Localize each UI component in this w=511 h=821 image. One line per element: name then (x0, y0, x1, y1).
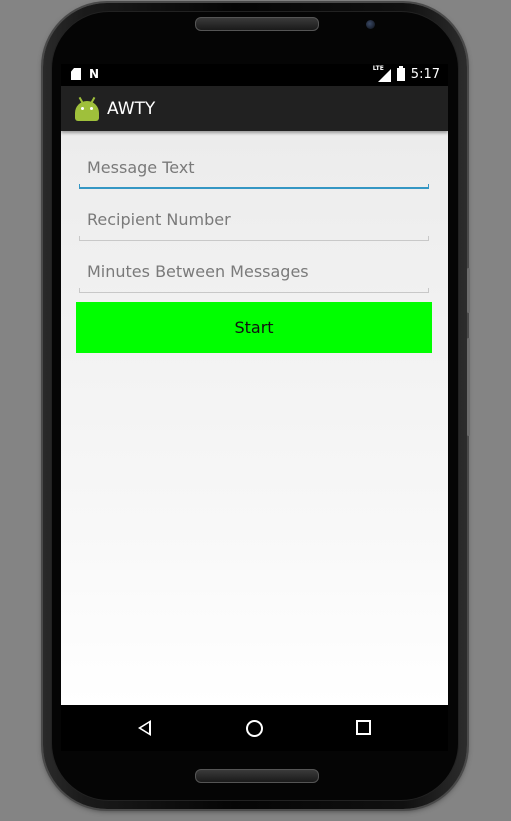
minutes-between-underline (79, 288, 429, 293)
recipient-number-field-container (79, 203, 429, 241)
device-screen: N LTE 5:17 AWTY Message Text Recipient N… (61, 64, 448, 751)
status-time: 5:17 (410, 67, 440, 82)
home-icon[interactable] (246, 720, 263, 737)
navigation-bar (61, 705, 448, 751)
recipient-number-input[interactable] (79, 203, 429, 235)
power-button[interactable] (467, 268, 470, 313)
message-text-field-container (79, 151, 429, 189)
start-button[interactable]: Start (76, 302, 432, 353)
app-action-bar: AWTY (61, 86, 448, 131)
front-camera (366, 20, 375, 29)
n-notification-icon: N (89, 67, 100, 81)
signal-icon: LTE (373, 65, 391, 82)
sd-card-icon (71, 68, 81, 80)
message-text-input[interactable] (79, 151, 429, 183)
recipient-number-underline (79, 236, 429, 241)
top-speaker (195, 17, 319, 31)
main-content: Start (61, 131, 448, 705)
minutes-between-input[interactable] (79, 255, 429, 287)
status-left: N (71, 68, 99, 80)
battery-icon (396, 66, 405, 81)
bottom-speaker (195, 769, 319, 783)
android-app-icon (75, 96, 99, 121)
app-title: AWTY (107, 98, 156, 119)
message-text-underline (79, 184, 429, 189)
recents-icon[interactable] (356, 720, 371, 735)
status-right: LTE 5:17 (373, 65, 440, 83)
minutes-between-field-container (79, 255, 429, 293)
status-bar: N LTE 5:17 (61, 64, 448, 86)
back-icon[interactable] (138, 720, 151, 736)
volume-button[interactable] (467, 338, 470, 436)
